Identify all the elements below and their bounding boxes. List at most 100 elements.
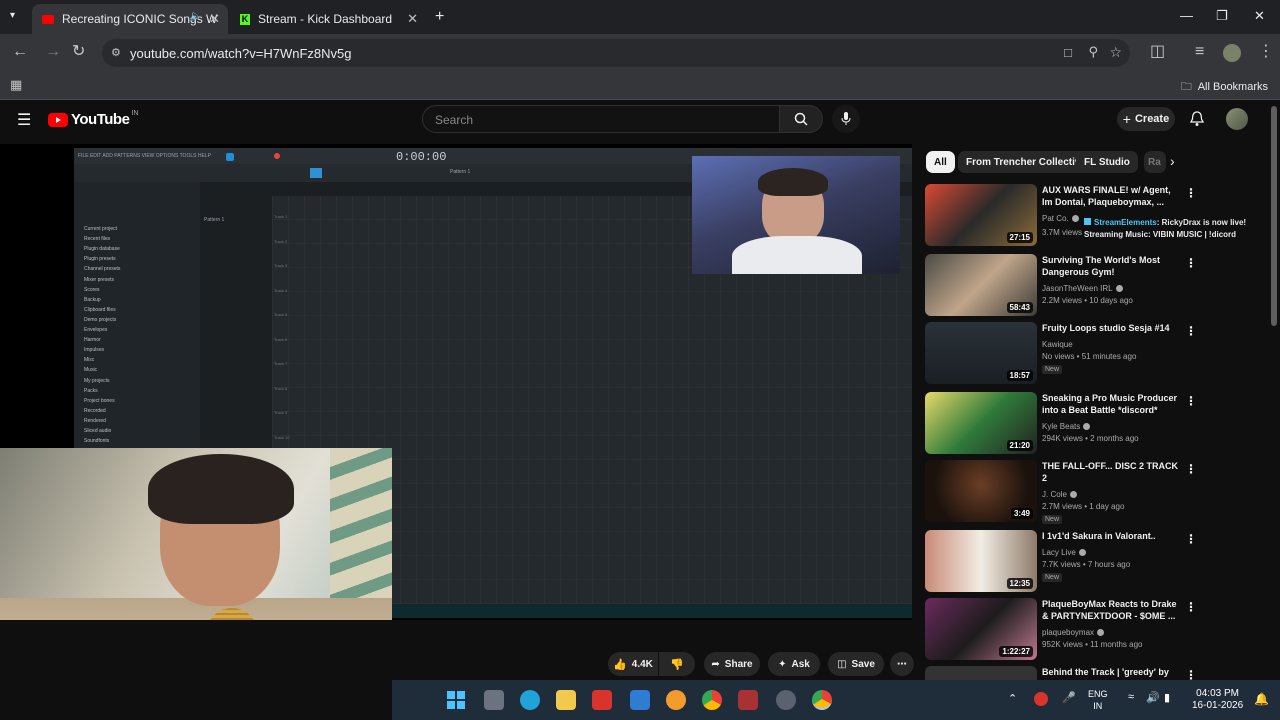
video-title[interactable]: Behind the Track | 'greedy' by [1042,666,1180,678]
restore-icon[interactable]: ❐ [1216,8,1228,24]
related-video[interactable]: 3:49 THE FALL-OFF... DISC 2 TRACK 2 J. C… [925,460,1265,524]
save-button[interactable]: ◫ Save [828,652,884,676]
video-title[interactable]: AUX WARS FINALE! w/ Agent, Im Dontai, Pl… [1042,184,1180,208]
chevron-right-icon[interactable]: › [1170,153,1175,169]
notification-center-icon[interactable]: 🔔 [1254,692,1269,706]
battery-icon[interactable]: ▮ [1164,691,1170,704]
video-menu-icon[interactable]: ⋮ [1185,186,1197,200]
media-controls-icon[interactable]: ≡ [1195,44,1204,60]
back-icon[interactable]: ← [12,44,28,60]
video-menu-icon[interactable]: ⋮ [1185,668,1197,680]
video-thumbnail[interactable]: 12:35 [925,530,1037,592]
apps-grid-icon[interactable]: ▦ [10,77,22,93]
tray-chevron-icon[interactable]: ⌃ [1008,692,1017,705]
tray-mic-icon[interactable]: 🎤 [1062,691,1076,704]
video-title[interactable]: Fruity Loops studio Sesja #14 [1042,322,1180,334]
video-player[interactable]: FILE EDIT ADD PATTERNS VIEW OPTIONS TOOL… [0,144,912,620]
video-thumbnail[interactable]: 18:57 [925,322,1037,384]
system-clock[interactable]: 04:03 PM 16-01-2026 [1192,688,1243,712]
input-language[interactable]: ENG IN [1088,688,1108,712]
video-thumbnail[interactable]: 1:22:27 [925,598,1037,660]
voice-search-button[interactable] [832,105,860,133]
vscode-icon[interactable] [630,690,650,710]
close-window-icon[interactable]: ✕ [1254,8,1265,24]
ask-button[interactable]: ✦ Ask [768,652,820,676]
forward-icon[interactable]: → [45,44,61,60]
site-info-icon[interactable]: ⚙ [111,46,121,59]
new-tab-icon[interactable]: + [435,8,444,26]
video-channel[interactable]: JasonTheWeen IRL [1042,284,1123,293]
tab-youtube[interactable]: Recreating ICONIC Songs W 🔈 ✕ [32,4,228,34]
video-channel[interactable]: Lacy Live [1042,548,1086,557]
video-channel[interactable]: Kyle Beats [1042,422,1091,431]
all-bookmarks-button[interactable]: 🗀 All Bookmarks [1181,78,1268,97]
video-title[interactable]: I 1v1'd Sakura in Valorant.. [1042,530,1180,542]
install-app-icon[interactable]: □ [1064,45,1072,60]
video-thumbnail[interactable]: 27:15 [925,184,1037,246]
wifi-icon[interactable]: ≈ [1128,691,1134,703]
video-channel[interactable]: J. Cole [1042,490,1077,499]
chip-all[interactable]: All [926,151,955,173]
close-tab-icon[interactable]: ✕ [407,11,418,27]
video-menu-icon[interactable]: ⋮ [1185,394,1197,408]
video-channel[interactable]: Kawique [1042,340,1073,349]
youtube-logo[interactable]: YouTube IN [48,110,138,128]
tab-kick-dashboard[interactable]: K Stream - Kick Dashboard ✕ [230,4,426,34]
windows-start-icon[interactable] [446,690,466,710]
related-video[interactable]: 12:35 I 1v1'd Sakura in Valorant.. Lacy … [925,530,1265,592]
video-thumbnail[interactable]: 3:49 [925,460,1037,522]
edge-icon[interactable] [520,690,540,710]
fl-studio-icon[interactable] [666,690,686,710]
bookmark-star-icon[interactable]: ☆ [1109,44,1122,61]
app-red-icon[interactable] [592,690,612,710]
app-dark-red-icon[interactable] [738,690,758,710]
create-button[interactable]: + Create [1117,107,1175,131]
video-title[interactable]: Sneaking a Pro Music Producer into a Bea… [1042,392,1180,416]
mute-icon[interactable]: 🔈 [190,11,202,22]
related-video[interactable]: 58:43 Surviving The World's Most Dangero… [925,254,1265,316]
tray-app-icon[interactable] [1034,692,1048,706]
search-button[interactable] [779,105,823,133]
notifications-bell-icon[interactable] [1190,111,1204,127]
video-title[interactable]: THE FALL-OFF... DISC 2 TRACK 2 [1042,460,1180,484]
scrollbar-thumb[interactable] [1271,106,1277,326]
more-actions-button[interactable]: ⋯ [890,652,914,676]
profile-avatar[interactable] [1223,44,1241,62]
chrome-active-icon[interactable] [812,690,832,710]
dislike-button[interactable]: 👎 [659,652,695,676]
share-button[interactable]: ➦ Share [704,652,760,676]
tab-search-icon[interactable]: ▾ [10,10,15,21]
video-channel[interactable]: plaqueboymax [1042,628,1105,637]
chip-fl-studio[interactable]: FL Studio [1076,151,1138,173]
video-menu-icon[interactable]: ⋮ [1185,256,1197,270]
video-thumbnail[interactable] [925,666,1037,680]
related-video[interactable]: 18:57 Fruity Loops studio Sesja #14 Kawi… [925,322,1265,384]
video-channel[interactable]: Pat Co. [1042,214,1079,223]
minimize-icon[interactable]: — [1180,8,1193,23]
task-view-icon[interactable] [484,690,504,710]
chrome-icon[interactable] [702,690,722,710]
related-video[interactable]: Behind the Track | 'greedy' by ⋮ [925,666,1265,680]
obs-icon[interactable] [776,690,796,710]
video-menu-icon[interactable]: ⋮ [1185,324,1197,338]
video-menu-icon[interactable]: ⋮ [1185,600,1197,614]
video-menu-icon[interactable]: ⋮ [1185,462,1197,476]
chip-from-channel[interactable]: From Trencher Collective [958,151,1095,173]
related-video[interactable]: 1:22:27 PlaqueBoyMax Reacts to Drake & P… [925,598,1265,660]
video-menu-icon[interactable]: ⋮ [1185,532,1197,546]
file-explorer-icon[interactable] [556,690,576,710]
related-video[interactable]: 21:20 Sneaking a Pro Music Producer into… [925,392,1265,454]
zoom-icon[interactable]: ⚲ [1088,44,1098,60]
video-thumbnail[interactable]: 21:20 [925,392,1037,454]
close-tab-icon[interactable]: ✕ [209,11,220,27]
volume-icon[interactable]: 🔊 [1146,691,1160,704]
chrome-menu-icon[interactable]: ⋮ [1258,44,1274,60]
chip-partial[interactable]: Ra [1144,151,1166,173]
address-bar[interactable]: ⚙ youtube.com/watch?v=H7WnFz8Nv5g □ ⚲ ☆ [102,39,1130,67]
hamburger-menu-icon[interactable]: ☰ [17,110,31,130]
video-title[interactable]: PlaqueBoyMax Reacts to Drake & PARTYNEXT… [1042,598,1180,622]
video-thumbnail[interactable]: 58:43 [925,254,1037,316]
reload-icon[interactable]: ↻ [72,44,85,60]
account-avatar[interactable] [1226,108,1248,130]
extensions-icon[interactable]: ◫ [1150,44,1165,60]
